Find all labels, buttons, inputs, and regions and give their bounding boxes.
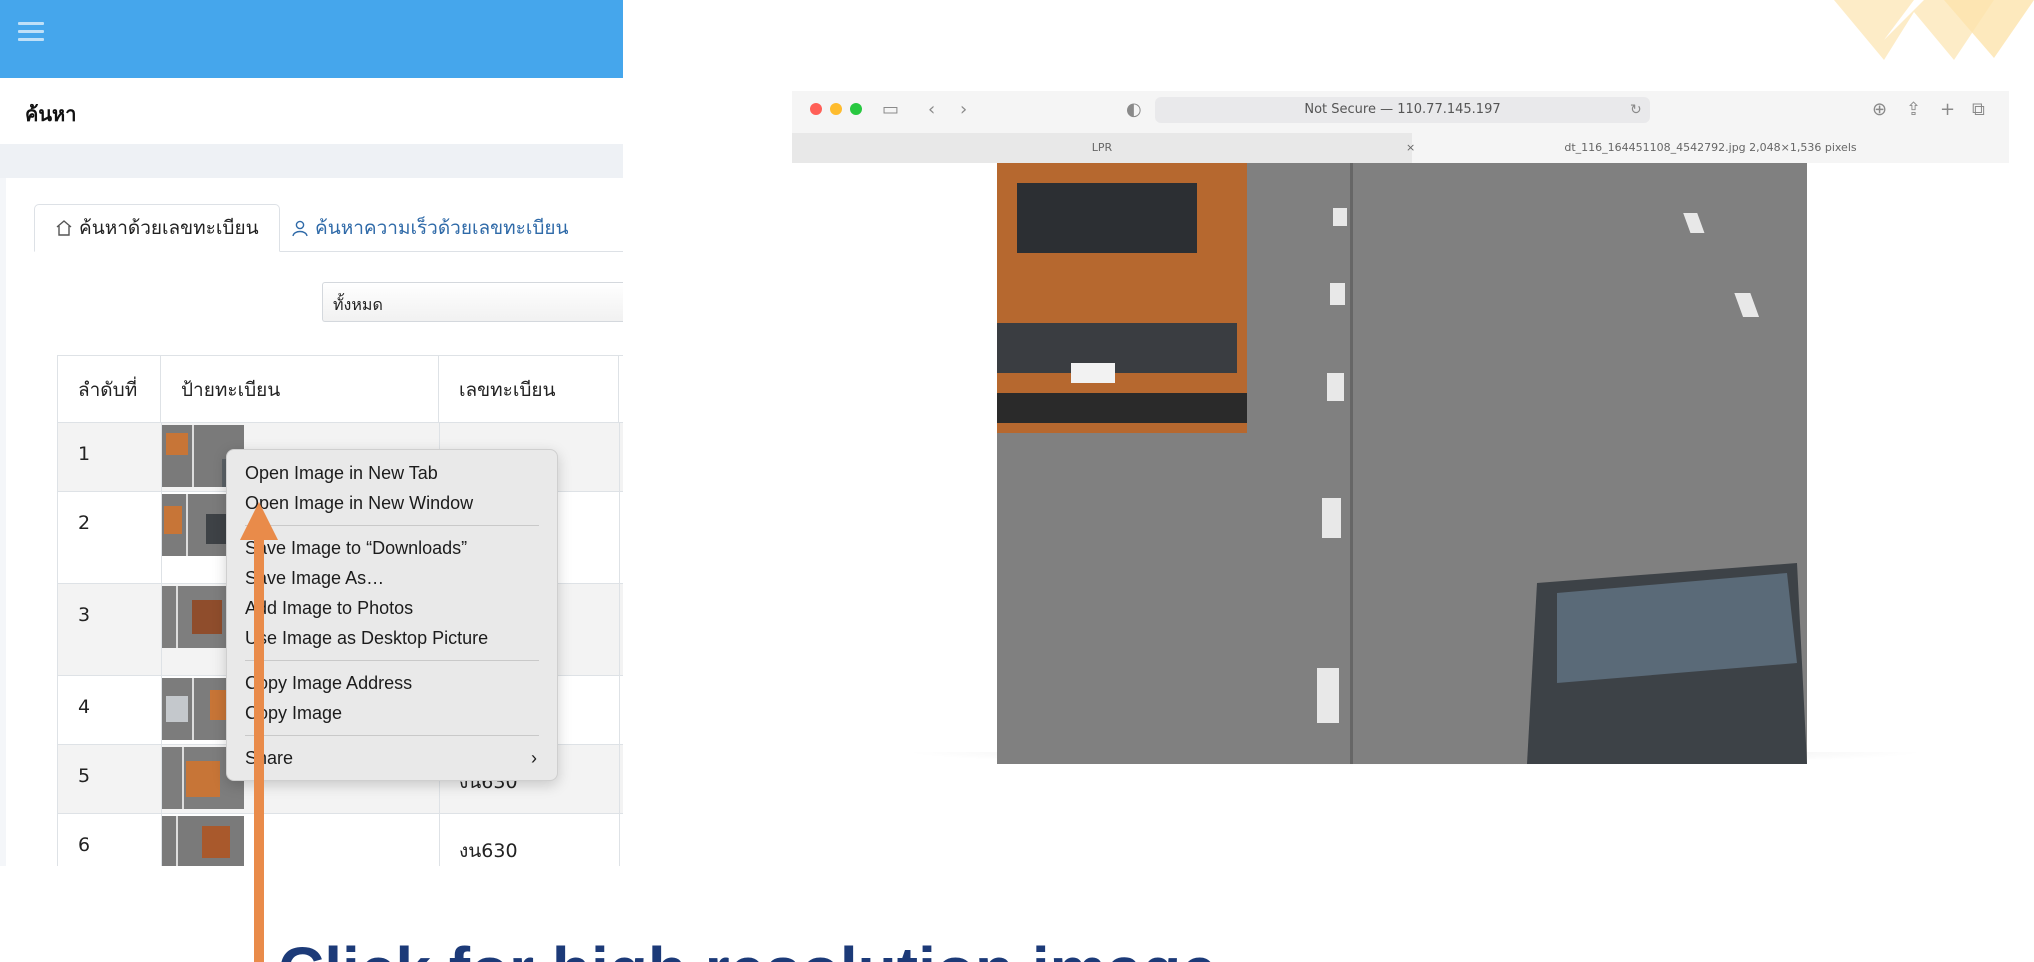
row-index: 6 <box>78 834 91 856</box>
tab-title: dt_116_164451108_4542792.jpg 2,048×1,536… <box>1564 141 1857 154</box>
menu-copy-image-address[interactable]: Copy Image Address <box>227 668 557 698</box>
menu-open-new-window[interactable]: Open Image in New Window <box>227 488 557 518</box>
row-index: 1 <box>78 443 91 465</box>
header-index: ลำดับที่ <box>58 356 161 424</box>
menu-copy-image[interactable]: Copy Image <box>227 698 557 728</box>
minimize-window-button[interactable] <box>830 103 842 115</box>
user-icon <box>292 220 308 237</box>
zoom-window-button[interactable] <box>850 103 862 115</box>
sidebar-toggle-icon[interactable]: ▭ <box>882 99 899 120</box>
content-spacer <box>0 144 623 178</box>
row-index: 3 <box>78 604 91 626</box>
menu-share-label: Share <box>245 748 294 768</box>
traffic-camera-image[interactable] <box>997 163 1807 764</box>
hamburger-menu-icon[interactable] <box>18 22 44 44</box>
browser-tab-image[interactable]: dt_116_164451108_4542792.jpg 2,048×1,536… <box>1412 133 2009 163</box>
plate-number: งน630 <box>459 840 518 862</box>
row-index: 5 <box>78 765 91 787</box>
tab-label: ค้นหาความเร็วด้วยเลขทะเบียน <box>315 217 569 239</box>
menu-add-to-photos[interactable]: Add Image to Photos <box>227 593 557 623</box>
reload-icon[interactable]: ↻ <box>1630 102 1642 118</box>
menu-use-as-desktop[interactable]: Use Image as Desktop Picture <box>227 623 557 653</box>
tab-title: LPR <box>1091 141 1113 154</box>
tab-label: ค้นหาด้วยเลขทะเบียน <box>79 217 259 239</box>
menu-save-image-as[interactable]: Save Image As… <box>227 563 557 593</box>
top-app-bar <box>0 0 623 78</box>
instruction-caption: Click for high resolution image <box>278 938 1217 962</box>
page-title: ค้นหา <box>25 102 77 126</box>
type-filter-select[interactable]: ทั้งหมด <box>322 282 623 322</box>
section-header: ค้นหา <box>0 78 623 144</box>
header-plate-number: เลขทะเบียน <box>439 356 619 424</box>
menu-separator <box>245 525 539 526</box>
chevron-right-icon: › <box>531 748 537 768</box>
browser-tab-lpr[interactable]: LPR <box>792 133 1412 163</box>
forward-icon[interactable]: › <box>960 99 967 120</box>
image-context-menu: Open Image in New Tab Open Image in New … <box>226 449 558 781</box>
menu-open-new-tab[interactable]: Open Image in New Tab <box>227 458 557 488</box>
header-plate-image: ป้ายทะเบียน <box>161 356 439 424</box>
menu-separator <box>245 660 539 661</box>
close-window-button[interactable] <box>810 103 822 115</box>
address-bar[interactable]: Not Secure — 110.77.145.197 <box>1155 97 1650 123</box>
privacy-shield-icon[interactable]: ◐ <box>1126 99 1142 120</box>
table-header: ลำดับที่ ป้ายทะเบียน เลขทะเบียน <box>57 355 623 424</box>
menu-separator <box>245 735 539 736</box>
corner-decoration <box>1834 0 2034 60</box>
plate-thumbnail[interactable] <box>162 816 244 866</box>
table-row: 6 งน630 <box>57 814 623 866</box>
lpr-web-app: ค้นหา ค้นหาด้วยเลขทะเบียน ค้นหาความเร็วด… <box>0 0 623 866</box>
search-tabs: ค้นหาด้วยเลขทะเบียน ค้นหาความเร็วด้วยเลข… <box>34 204 623 252</box>
share-icon[interactable]: ⇪ <box>1906 99 1921 120</box>
back-icon[interactable]: ‹ <box>928 99 935 120</box>
new-tab-icon[interactable]: + <box>1940 99 1955 120</box>
row-index: 4 <box>78 696 91 718</box>
window-controls <box>810 103 862 115</box>
tab-search-by-plate[interactable]: ค้นหาด้วยเลขทะเบียน <box>34 204 280 252</box>
menu-share[interactable]: Share › <box>227 743 557 773</box>
home-icon <box>56 220 72 236</box>
tab-speed-by-plate[interactable]: ค้นหาความเร็วด้วยเลขทะเบียน <box>271 204 589 252</box>
menu-save-to-downloads[interactable]: Save Image to “Downloads” <box>227 533 557 563</box>
close-tab-icon[interactable]: × <box>1406 133 1418 163</box>
browser-chrome: ▭ ‹ › ◐ Not Secure — 110.77.145.197 ↻ ⊕ … <box>792 91 2009 163</box>
tab-overview-icon[interactable]: ⧉ <box>1972 99 1985 120</box>
download-icon[interactable]: ⊕ <box>1872 99 1887 120</box>
row-index: 2 <box>78 512 91 534</box>
